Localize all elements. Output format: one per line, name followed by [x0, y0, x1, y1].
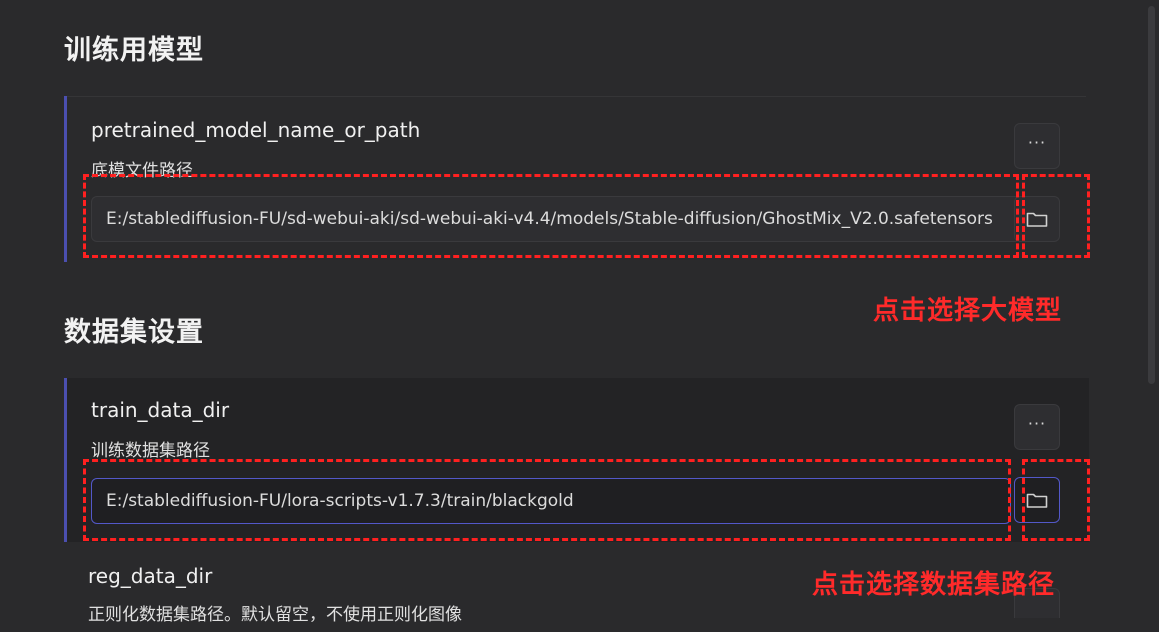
- annotation-box-model-button: [1022, 174, 1090, 258]
- scrollbar-thumb[interactable]: [1148, 6, 1155, 384]
- more-dots-icon: ···: [1027, 414, 1047, 433]
- field-name-train-data-dir: train_data_dir: [91, 398, 230, 422]
- field-description-reg-data-dir: 正则化数据集路径。默认留空，不使用正则化图像: [88, 605, 462, 625]
- annotation-box-dataset-path: [83, 459, 1011, 541]
- section-title-model: 训练用模型: [64, 35, 204, 66]
- vertical-scrollbar[interactable]: [1145, 0, 1159, 632]
- annotation-box-model-path: [83, 174, 1019, 258]
- field-name-reg-data-dir: reg_data_dir: [88, 564, 213, 588]
- field-name-pretrained: pretrained_model_name_or_path: [91, 118, 421, 142]
- annotation-select-model: 点击选择大模型: [873, 296, 1063, 326]
- more-options-button-train-data[interactable]: ···: [1014, 404, 1060, 450]
- annotation-box-dataset-button: [1022, 459, 1090, 541]
- settings-page: 训练用模型 pretrained_model_name_or_path 底模文件…: [0, 0, 1159, 632]
- section-title-dataset: 数据集设置: [64, 317, 204, 348]
- field-description-train-data-dir: 训练数据集路径: [91, 441, 210, 461]
- more-dots-icon: ···: [1027, 133, 1047, 152]
- more-options-button-pretrained[interactable]: ···: [1014, 123, 1060, 169]
- annotation-select-dataset: 点击选择数据集路径: [812, 570, 1056, 600]
